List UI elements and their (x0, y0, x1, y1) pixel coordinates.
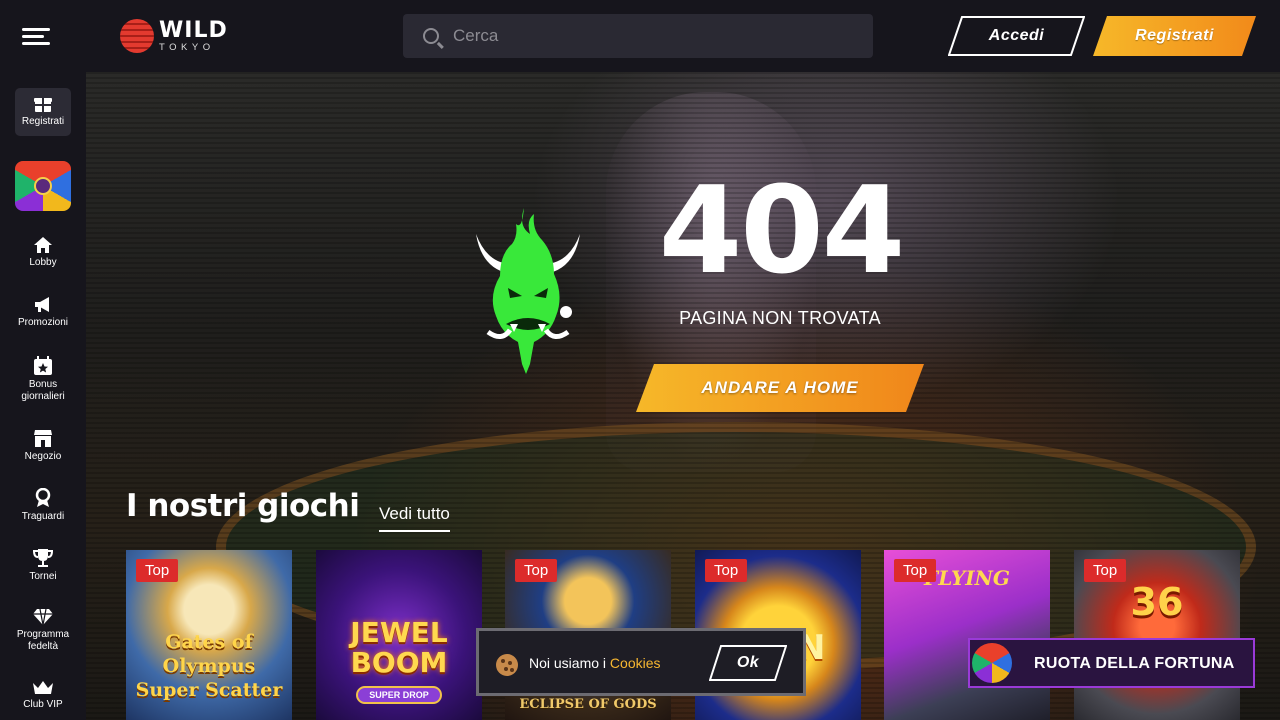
sidebar-item-lobby[interactable]: Lobby (8, 236, 78, 269)
game-name: 36 (1130, 580, 1184, 624)
sidebar-label: Bonus giornalieri (21, 379, 65, 402)
sidebar-label: Traguardi (21, 511, 65, 522)
shop-icon (34, 430, 52, 447)
fortune-wheel-icon (972, 643, 1012, 683)
cookie-text: Noi usiamo i Cookies (529, 655, 661, 671)
search-icon (423, 28, 439, 44)
fortune-wheel-icon (34, 177, 52, 195)
top-badge: Top (705, 559, 748, 582)
oni-mask-icon (476, 208, 580, 374)
sidebar-item-fortune-wheel[interactable] (15, 161, 71, 211)
calendar-star-icon (34, 356, 52, 375)
sidebar-label: Lobby (29, 257, 57, 268)
cookie-ok-button[interactable]: Ok (709, 645, 787, 681)
logo-sun-icon (120, 19, 154, 53)
home-icon (34, 237, 52, 253)
sidebar-label: Registrati (21, 116, 65, 127)
cookie-message: Noi usiamo i (529, 655, 607, 671)
sidebar: Registrati Lobby Promozioni Bonus giorna… (0, 72, 86, 720)
error-message: PAGINA NON TROVATA (679, 308, 881, 328)
game-name: JEWEL BOOM (350, 616, 448, 679)
search-input[interactable] (453, 26, 833, 46)
trophy-icon (33, 549, 53, 567)
logo-subtitle: TOKYO (159, 41, 215, 53)
logo-wordmark: WILD (159, 17, 228, 43)
sidebar-label: Tornei (29, 571, 57, 582)
login-button[interactable]: Accedi (948, 16, 1085, 56)
sidebar-label: Club VIP (23, 699, 63, 710)
sidebar-label: Negozio (24, 451, 62, 462)
sidebar-item-promozioni[interactable]: Promozioni (8, 296, 78, 329)
top-badge: Top (894, 559, 937, 582)
medal-icon (35, 488, 51, 507)
sidebar-item-registrati[interactable]: Registrati (15, 88, 71, 136)
top-badge: Top (515, 559, 558, 582)
sidebar-item-club-vip[interactable]: Club VIP (8, 680, 78, 711)
sidebar-item-bonus-giornalieri[interactable]: Bonus giornalieri (8, 356, 78, 403)
error-code: 404 (658, 162, 906, 301)
sidebar-label: Promozioni (17, 317, 69, 328)
search-bar (403, 14, 873, 58)
main-content: 404 PAGINA NON TROVATA ANDARE A HOME I n… (86, 72, 1280, 720)
brand-logo[interactable]: WILD TOKYO (120, 18, 228, 54)
cookie-icon (496, 654, 518, 676)
game-tile[interactable]: Gates of Olympus Super Scatter Top (126, 550, 292, 720)
top-badge: Top (136, 559, 179, 582)
game-subtitle: SUPER DROP (356, 686, 442, 704)
register-label: Registrati (1135, 27, 1214, 44)
go-home-label: ANDARE A HOME (701, 378, 859, 397)
hamburger-menu-icon[interactable] (22, 28, 50, 46)
game-tile[interactable]: 36 Top (1074, 550, 1240, 720)
gift-icon (34, 98, 52, 112)
sidebar-item-negozio[interactable]: Negozio (8, 428, 78, 463)
fortune-wheel-banner[interactable]: RUOTA DELLA FORTUNA (968, 638, 1255, 688)
sidebar-item-programma-fedelta[interactable]: Programma fedeltà (8, 608, 78, 653)
sidebar-item-tornei[interactable]: Tornei (8, 548, 78, 583)
login-label: Accedi (988, 27, 1045, 44)
game-tile[interactable]: JEWEL BOOM SUPER DROP (316, 550, 482, 720)
game-tile[interactable]: FLYING Top (884, 550, 1050, 720)
top-bar: WILD TOKYO Accedi Registrati (0, 0, 1280, 72)
see-all-link[interactable]: Vedi tutto (379, 504, 450, 532)
game-name: Gates of Olympus Super Scatter (135, 631, 283, 701)
crown-icon (33, 681, 53, 694)
megaphone-icon (35, 297, 49, 312)
sidebar-item-traguardi[interactable]: Traguardi (8, 488, 78, 523)
register-button[interactable]: Registrati (1093, 16, 1256, 56)
fortune-wheel-label: RUOTA DELLA FORTUNA (1034, 655, 1235, 672)
games-section-title: I nostri giochi (126, 488, 360, 524)
diamond-icon (33, 608, 53, 626)
go-home-button[interactable]: ANDARE A HOME (636, 364, 924, 412)
sidebar-label: Programma fedeltà (16, 629, 70, 652)
top-badge: Top (1084, 559, 1127, 582)
game-name: ECLIPSE OF GODS (519, 697, 657, 712)
cookies-link[interactable]: Cookies (610, 655, 661, 671)
cookie-banner: Noi usiamo i Cookies Ok (476, 628, 806, 696)
cookie-ok-label: Ok (736, 654, 760, 671)
